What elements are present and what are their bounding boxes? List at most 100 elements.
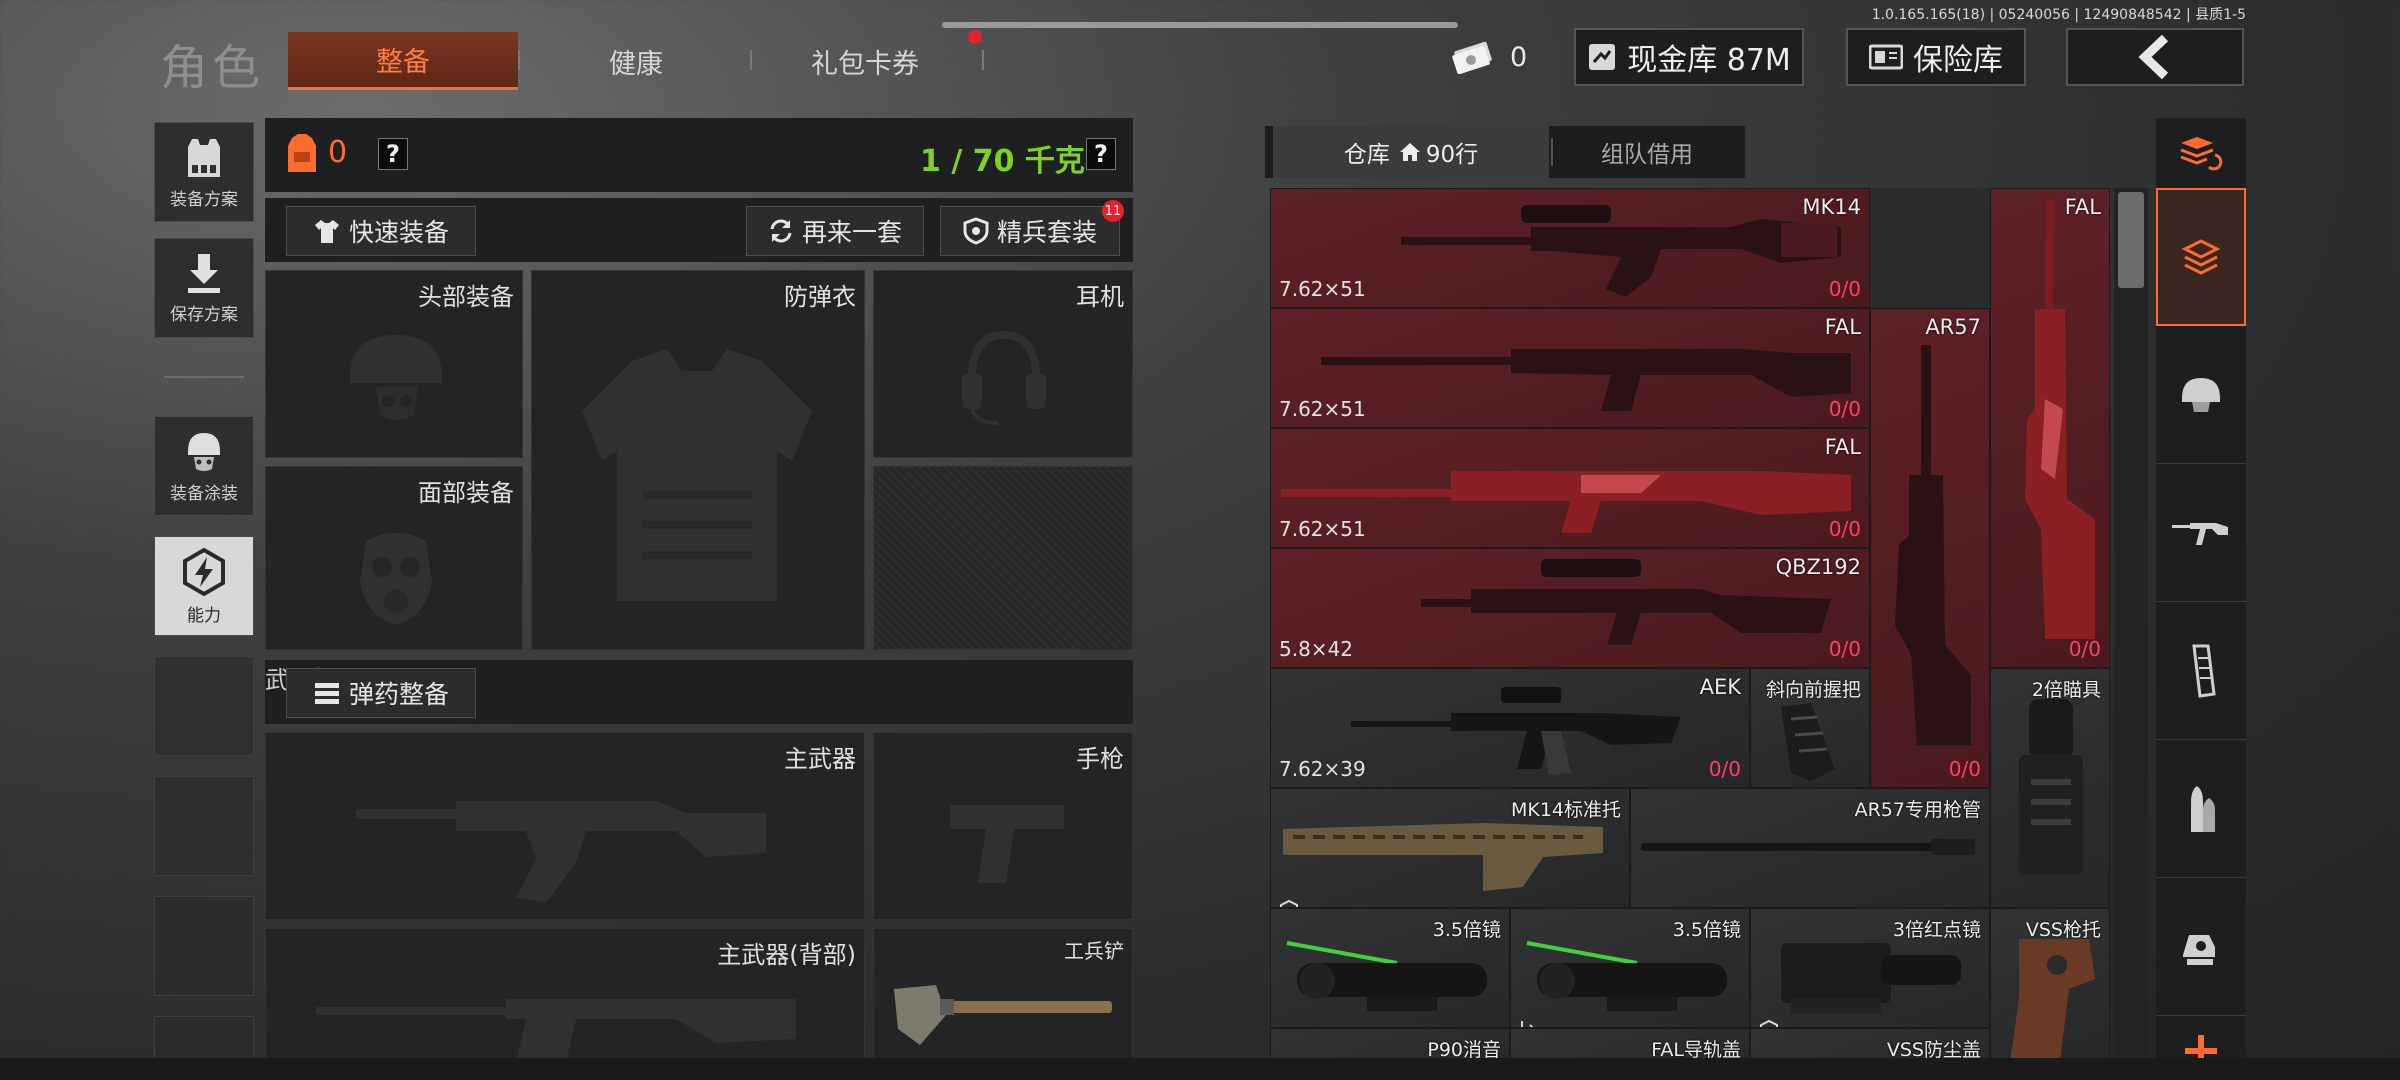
slot-label: 面部装备: [418, 479, 514, 507]
slot-primary-weapon[interactable]: 主武器: [265, 732, 865, 920]
warehouse-scroll-thumb[interactable]: [2118, 192, 2144, 288]
category-helmet[interactable]: [2156, 326, 2246, 464]
category-magazine[interactable]: [2156, 602, 2246, 740]
slot-pistol[interactable]: 手枪: [873, 732, 1133, 920]
slot-head[interactable]: 头部装备: [265, 270, 523, 458]
item-ammo-count: 0/0: [1708, 757, 1741, 781]
item-mk14[interactable]: MK14 7.62×51 0/0: [1270, 188, 1870, 308]
slot-armor[interactable]: 防弹衣: [531, 270, 865, 650]
item-fal-dark[interactable]: FAL 7.62×51 0/0: [1270, 308, 1870, 428]
stack-icon: [2179, 235, 2223, 279]
tab-equip[interactable]: 整备: [288, 32, 518, 90]
reroll-button[interactable]: 再来一套: [746, 206, 924, 256]
quick-equip-button[interactable]: 快速装备: [286, 206, 476, 256]
tab-team-borrow[interactable]: 组队借用: [1555, 126, 1739, 178]
pistol-silhouette-icon: [950, 805, 1064, 883]
refresh-icon: [768, 218, 794, 244]
tab-storage[interactable]: 仓库 90行: [1273, 126, 1549, 178]
tab-storage-label: 仓库: [1343, 142, 1390, 168]
gas-mask-icon: [360, 533, 432, 625]
nav-save-plan[interactable]: 保存方案: [154, 238, 254, 338]
nav-empty-slot: [154, 896, 254, 996]
item-vss-dust-cover[interactable]: VSS防尘盖: [1750, 1028, 1990, 1060]
rifle-silhouette-icon: [316, 999, 796, 1061]
ammo-prep-button[interactable]: 弹药整备: [286, 668, 476, 718]
nav-label: 能力: [187, 605, 221, 626]
nav-equipment-skin[interactable]: 装备涂装: [154, 416, 254, 516]
slot-primary-weapon-back[interactable]: 主武器(背部): [265, 928, 865, 1062]
slot-locked: [873, 466, 1133, 650]
nav-label: 保存方案: [170, 304, 238, 325]
item-ar57-barrel[interactable]: AR57专用枪管: [1630, 788, 1990, 908]
help-button[interactable]: ?: [378, 138, 408, 170]
item-caliber: 5.8×42: [1279, 637, 1354, 661]
sort-refresh-button[interactable]: [2156, 118, 2246, 188]
category-ammo[interactable]: [2156, 740, 2246, 878]
nav-loadout-plan[interactable]: 装备方案: [154, 122, 254, 222]
nav-label: 装备方案: [170, 189, 238, 210]
home-icon: [1398, 141, 1422, 163]
item-p90-suppressor[interactable]: P90消音: [1270, 1028, 1510, 1060]
item-vss-stock[interactable]: VSS枪托: [1990, 908, 2110, 1060]
item-fal-rail-cover[interactable]: FAL导轨盖: [1510, 1028, 1750, 1060]
slot-face[interactable]: 面部装备: [265, 466, 523, 650]
item-3-5x-scope[interactable]: 3.5倍镜: [1510, 908, 1750, 1028]
grip-icon: [1781, 703, 1835, 781]
weight-help-button[interactable]: ?: [1086, 138, 1116, 170]
back-button[interactable]: [2066, 28, 2244, 86]
safe-button[interactable]: 保险库: [1846, 28, 2026, 86]
elite-set-button[interactable]: 精兵套装: [940, 206, 1120, 256]
item-3x-red-dot[interactable]: 3倍红点镜: [1750, 908, 1990, 1028]
category-all[interactable]: [2156, 188, 2246, 326]
category-scope[interactable]: [2156, 878, 2246, 1016]
ammo-prep-label: 弹药整备: [348, 680, 449, 709]
tab-gift-cards[interactable]: 礼包卡券: [752, 32, 978, 90]
headset-icon: [962, 330, 1046, 425]
item-name: AR57: [1925, 315, 1981, 339]
item-fal-red[interactable]: FAL 7.62×51 0/0: [1270, 428, 1870, 548]
nav-ability[interactable]: 能力: [154, 536, 254, 636]
ar57-rifle-icon: [1895, 345, 1971, 745]
backpack-count: 0: [328, 135, 348, 170]
item-aek[interactable]: AEK 7.62×39 0/0: [1270, 668, 1750, 788]
barrel-icon: [1641, 839, 1975, 855]
item-qbz192[interactable]: QBZ192 5.8×42 0/0: [1270, 548, 1870, 668]
tab-health[interactable]: 健康: [524, 32, 748, 90]
shovel-icon: [894, 985, 1112, 1045]
quick-equip-label: 快速装备: [348, 218, 449, 247]
cash-vault-button[interactable]: 现金库 87M: [1574, 28, 1804, 86]
ammo-belt-icon: [313, 680, 341, 706]
slot-earphone[interactable]: 耳机: [873, 270, 1133, 458]
tab-divider: [518, 50, 520, 70]
slot-label: 头部装备: [418, 283, 514, 311]
slot-label: 主武器: [784, 745, 856, 773]
tab-divider: [1551, 138, 1553, 166]
item-caliber: 7.62×51: [1279, 277, 1366, 301]
tab-label: 健康: [609, 48, 663, 80]
tab-storage-rows: 90行: [1425, 142, 1479, 168]
tab-label: 整备: [376, 47, 430, 78]
page-indicator: [942, 22, 1458, 28]
wooden-stock-icon: [2010, 939, 2095, 1060]
item-mk14-stock[interactable]: MK14标准托: [1270, 788, 1630, 908]
item-fal-vertical[interactable]: FAL 0/0: [1990, 188, 2110, 668]
ammo-icon: [2183, 782, 2219, 836]
slot-label: 工兵铲: [1064, 939, 1124, 963]
item-name: FAL导轨盖: [1651, 1039, 1741, 1060]
item-name: 斜向前握把: [1765, 679, 1861, 701]
vest-icon: [182, 135, 226, 181]
aek-rifle-icon: [1351, 687, 1681, 775]
reroll-label: 再来一套: [801, 218, 902, 247]
slot-shovel[interactable]: 工兵铲: [873, 928, 1133, 1062]
item-3-5x-scope[interactable]: 3.5倍镜: [1270, 908, 1510, 1028]
category-rifle[interactable]: [2156, 464, 2246, 602]
mk14-rifle-icon: [1401, 205, 1841, 297]
warehouse-grid: MK14 7.62×51 0/0 FAL 0/0 FAL 7.62×51 0/0…: [1270, 188, 2110, 1060]
tab-team-label: 组队借用: [1601, 142, 1693, 168]
red-dot-sight-icon: [1781, 943, 1961, 1013]
item-2x-sight[interactable]: 2倍瞄具: [1990, 668, 2110, 908]
item-ar57-vertical[interactable]: AR57 0/0: [1870, 308, 1990, 788]
slot-label: 主武器(背部): [717, 941, 856, 969]
item-angled-grip[interactable]: 斜向前握把: [1750, 668, 1870, 788]
warehouse-scrollbar[interactable]: [2114, 188, 2148, 1060]
